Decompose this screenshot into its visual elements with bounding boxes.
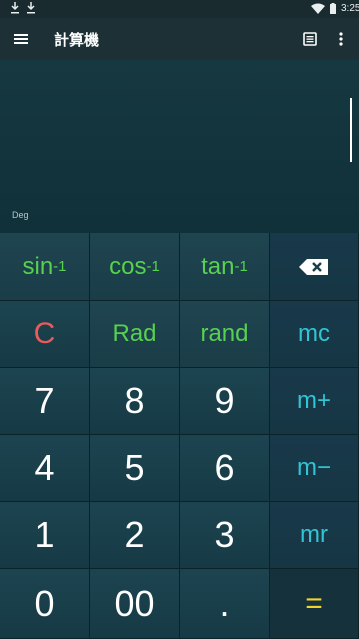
more-vert-icon[interactable] <box>334 30 348 48</box>
angle-mode-indicator: Deg <box>12 210 29 220</box>
digit-1-label: 1 <box>34 514 55 555</box>
digit-7-button[interactable]: 7 <box>0 368 90 435</box>
equals-label: = <box>305 586 323 620</box>
rad-button[interactable]: Rad <box>90 301 180 368</box>
download-icon <box>11 2 19 14</box>
memory-recall-button[interactable]: mr <box>270 502 359 569</box>
app-title: 計算機 <box>54 31 100 49</box>
digit-7-label: 7 <box>34 380 55 421</box>
download-icon <box>27 2 35 14</box>
digit-6-label: 6 <box>214 447 235 488</box>
digit-1-button[interactable]: 1 <box>0 502 90 569</box>
backspace-icon <box>299 258 328 275</box>
acos-superscript: -1 <box>146 258 160 275</box>
digit-2-button[interactable]: 2 <box>90 502 180 569</box>
mplus-label: m+ <box>296 387 331 414</box>
keypad: sin -1 cos -1 tan -1 C Rad rand mc 7 8 9 m+… <box>0 233 359 639</box>
digit-0-button[interactable]: 0 <box>0 569 90 639</box>
digit-0-label: 0 <box>34 582 55 624</box>
asin-superscript: -1 <box>53 258 67 275</box>
digit-5-button[interactable]: 5 <box>90 435 180 502</box>
digit-9-button[interactable]: 9 <box>180 368 270 435</box>
digit-9-label: 9 <box>214 380 235 421</box>
digit-5-label: 5 <box>124 447 145 488</box>
decimal-point-label: . <box>219 582 230 624</box>
digit-6-button[interactable]: 6 <box>180 435 270 502</box>
clear-label: C <box>33 317 56 350</box>
memory-clear-button[interactable]: mc <box>270 301 359 368</box>
digit-4-label: 4 <box>34 447 55 488</box>
digit-8-button[interactable]: 8 <box>90 368 180 435</box>
rad-label: Rad <box>112 320 157 347</box>
double-zero-button[interactable]: 00 <box>90 569 180 639</box>
memory-add-button[interactable]: m+ <box>270 368 359 435</box>
clear-button[interactable]: C <box>0 301 90 368</box>
history-icon[interactable] <box>301 30 319 48</box>
memory-subtract-button[interactable]: m− <box>270 435 359 502</box>
calculator-display[interactable]: Deg <box>0 60 359 233</box>
backspace-button[interactable] <box>270 233 359 301</box>
mc-label: mc <box>298 320 330 347</box>
menu-icon[interactable] <box>12 30 30 48</box>
status-time: 3:25 <box>341 3 359 14</box>
acos-label: cos <box>109 252 147 280</box>
digit-2-label: 2 <box>124 514 145 555</box>
atan-superscript: -1 <box>234 258 248 275</box>
decimal-point-button[interactable]: . <box>180 569 270 639</box>
digit-3-label: 3 <box>214 514 235 555</box>
text-cursor <box>350 98 352 162</box>
digit-3-button[interactable]: 3 <box>180 502 270 569</box>
status-bar: 3:25 <box>0 0 359 18</box>
double-zero-label: 00 <box>114 582 155 624</box>
rand-button[interactable]: rand <box>180 301 270 368</box>
acos-button[interactable]: cos -1 <box>90 233 180 301</box>
app-bar: 計算機 <box>0 18 359 60</box>
rand-label: rand <box>200 320 249 347</box>
equals-button[interactable]: = <box>270 569 359 639</box>
atan-label: tan <box>201 252 235 280</box>
atan-button[interactable]: tan -1 <box>180 233 270 301</box>
asin-button[interactable]: sin -1 <box>0 233 90 301</box>
mminus-label: m− <box>296 454 331 481</box>
mr-label: mr <box>300 521 328 548</box>
asin-label: sin <box>22 252 54 280</box>
digit-4-button[interactable]: 4 <box>0 435 90 502</box>
battery-icon <box>330 3 336 14</box>
wifi-icon <box>311 3 325 14</box>
digit-8-label: 8 <box>124 380 145 421</box>
